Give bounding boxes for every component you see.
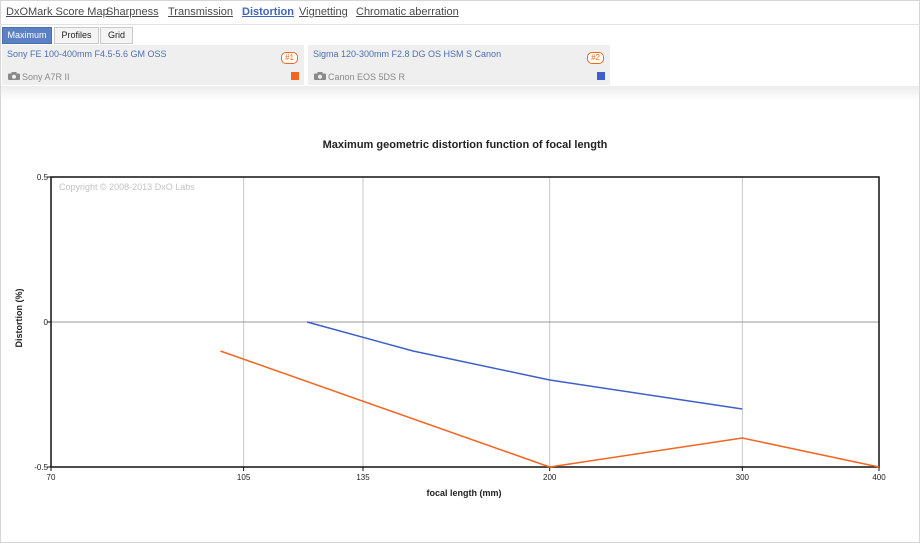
y-tick-label: 0 xyxy=(44,318,49,327)
series-line-2 xyxy=(306,321,743,410)
y-axis-label: Distortion (%) xyxy=(14,288,24,348)
camera-icon xyxy=(314,72,326,80)
top-nav: DxOMark Score Map Sharpness Transmission… xyxy=(0,0,920,25)
camera-icon xyxy=(8,72,20,80)
nav-dxomark-score-map[interactable]: DxOMark Score Map xyxy=(6,6,109,18)
nav-distortion[interactable]: Distortion xyxy=(242,6,294,18)
x-tick-label: 105 xyxy=(237,473,251,482)
series-color-swatch[interactable] xyxy=(291,72,299,80)
lens-name[interactable]: Sigma 120-300mm F2.8 DG OS HSM S Canon xyxy=(313,49,501,59)
x-tick-label: 70 xyxy=(47,473,56,482)
nav-chromatic-aberration[interactable]: Chromatic aberration xyxy=(356,6,459,18)
x-axis-label: focal length (mm) xyxy=(426,488,502,498)
nav-sharpness[interactable]: Sharpness xyxy=(106,6,159,18)
distortion-chart: 70 105 135 200 300 400 0.5 0 -0.5 xyxy=(34,173,886,482)
lens-card-2[interactable]: Sigma 120-300mm F2.8 DG OS HSM S Canon #… xyxy=(308,45,610,85)
nav-transmission[interactable]: Transmission xyxy=(168,6,233,18)
camera-name: Canon EOS 5DS R xyxy=(328,72,406,82)
camera-name: Sony A7R II xyxy=(22,72,70,82)
tab-maximum[interactable]: Maximum xyxy=(2,27,52,44)
series-color-swatch[interactable] xyxy=(597,72,605,80)
lens-badge: #1 xyxy=(281,52,298,64)
tab-grid[interactable]: Grid xyxy=(100,27,133,44)
nav-vignetting[interactable]: Vignetting xyxy=(299,6,348,18)
lens-card-1[interactable]: Sony FE 100-400mm F4.5-5.6 GM OSS #1 Son… xyxy=(2,45,304,85)
chart-title: Maximum geometric distortion function of… xyxy=(322,139,608,151)
x-tick-label: 300 xyxy=(736,473,750,482)
x-tick-label: 200 xyxy=(543,473,557,482)
header-shadow xyxy=(1,86,919,100)
x-tick-label: 400 xyxy=(872,473,886,482)
y-tick-label: -0.5 xyxy=(34,463,48,472)
copyright-watermark: Copyright © 2008-2013 DxO Labs xyxy=(59,182,195,192)
lens-name[interactable]: Sony FE 100-400mm F4.5-5.6 GM OSS xyxy=(7,49,167,59)
y-tick-label: 0.5 xyxy=(37,173,49,182)
lens-badge: #2 xyxy=(587,52,604,64)
x-tick-label: 135 xyxy=(356,473,370,482)
tab-profiles[interactable]: Profiles xyxy=(54,27,99,44)
